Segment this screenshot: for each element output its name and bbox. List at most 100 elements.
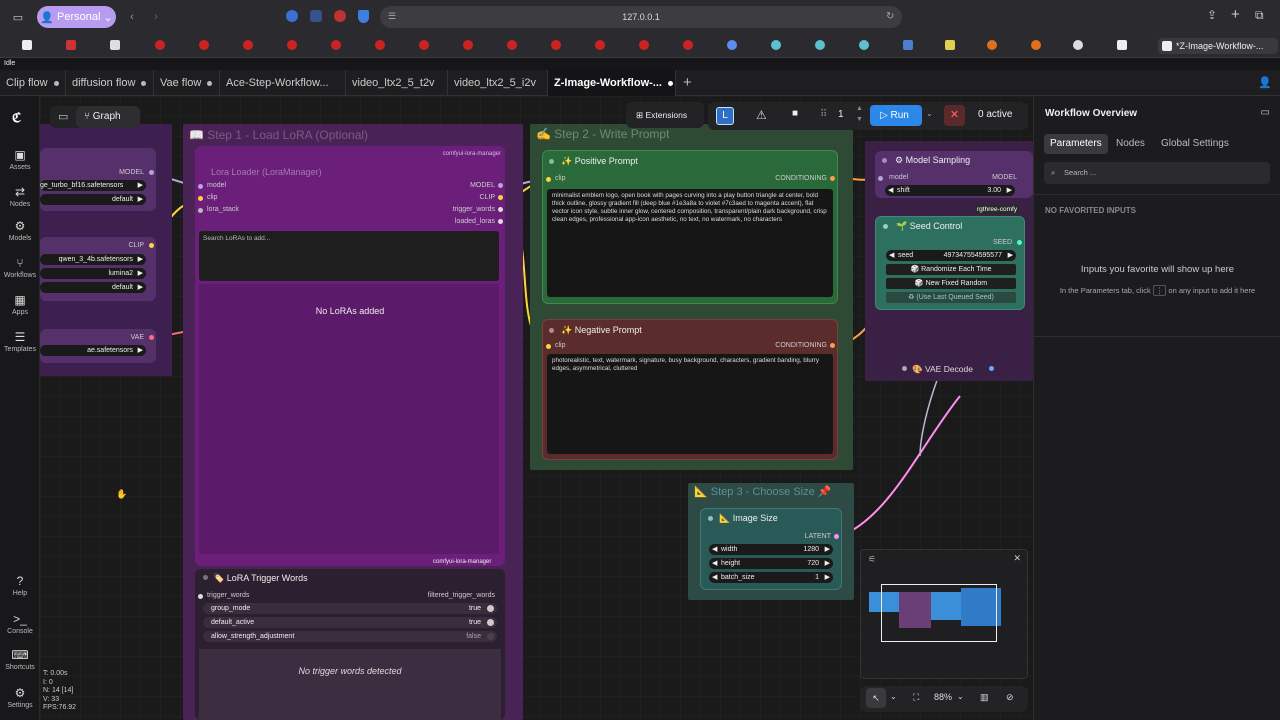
shift-input[interactable]: ◀ shift 3.00 ▶ xyxy=(885,185,1015,196)
add-tab-icon[interactable]: + xyxy=(683,74,692,91)
shield-icon[interactable]: ⚠ xyxy=(756,108,767,122)
fit-view-icon[interactable]: ⛶ xyxy=(913,692,919,703)
loaded-output-port[interactable] xyxy=(498,219,503,224)
clip-output-port[interactable] xyxy=(498,195,503,200)
bookmark-icon[interactable] xyxy=(22,40,32,50)
pointer-icon[interactable]: ↖ xyxy=(866,688,886,708)
url-bar[interactable]: 127.0.0.1 xyxy=(380,6,902,28)
decrement-icon[interactable]: ▼ xyxy=(856,116,863,123)
bookmark-icon[interactable] xyxy=(331,40,341,50)
model-sampling-node[interactable]: ⚙ Model Sampling model MODEL ◀ shift 3.00 ▶ xyxy=(875,151,1033,198)
lora-loader-node[interactable]: comfyui-lora-manager Lora Loader (LoraMa… xyxy=(195,146,505,566)
tab-nodes[interactable]: Nodes xyxy=(1116,134,1145,154)
tab-clip-flow[interactable]: Clip flow xyxy=(0,70,66,96)
profile-button[interactable]: 👤 Personal ⌄ xyxy=(37,6,116,28)
bookmark-icon[interactable] xyxy=(375,40,385,50)
chevron-down-icon[interactable]: ⌄ xyxy=(957,692,964,701)
run-options-icon[interactable]: ⌄ xyxy=(926,109,933,118)
bookmark-icon[interactable] xyxy=(463,40,473,50)
clip-output-port[interactable] xyxy=(149,243,154,248)
seed-output-port[interactable] xyxy=(1017,240,1022,245)
bookmark-icon[interactable] xyxy=(110,40,120,50)
graph-mode-button[interactable]: ⑂ Graph xyxy=(76,106,140,128)
extension-icon[interactable] xyxy=(310,10,322,22)
back-icon[interactable]: ‹ xyxy=(122,6,142,28)
clip-device-select[interactable]: default ▶ xyxy=(40,282,146,293)
sidebar-item-console[interactable]: >_ Console xyxy=(0,612,40,635)
model-file-select[interactable]: ge_turbo_bf16.safetensors ▶ xyxy=(40,180,146,191)
positive-prompt-node[interactable]: ✨ Positive Prompt clip CONDITIONING mini… xyxy=(542,150,838,304)
lora-stack-input-port[interactable] xyxy=(198,208,203,213)
extension-icon[interactable] xyxy=(286,10,298,22)
new-fixed-button[interactable]: 🎲 New Fixed Random xyxy=(886,278,1016,289)
sidebar-item-models[interactable]: ⚙ Models xyxy=(0,219,40,242)
bookmark-icon[interactable] xyxy=(199,40,209,50)
sidebar-item-assets[interactable]: ▣ Assets xyxy=(0,148,40,171)
sidebar-item-shortcuts[interactable]: ⌨ Shortcuts xyxy=(0,648,40,671)
step1-title[interactable]: 📖 Step 1 - Load LoRA (Optional) xyxy=(189,128,368,142)
bookmark-icon[interactable] xyxy=(683,40,693,50)
model-output-port[interactable] xyxy=(149,170,154,175)
bookmark-icon[interactable] xyxy=(815,40,825,50)
tab-video-t2v[interactable]: video_ltx2_5_t2v xyxy=(346,70,448,96)
group-mode-toggle[interactable]: group_mode true xyxy=(203,603,497,614)
forward-icon[interactable]: › xyxy=(146,6,166,28)
sidebar-item-templates[interactable]: ☰ Templates xyxy=(0,330,40,353)
lora-search-input[interactable]: Search LoRAs to add... xyxy=(199,231,499,281)
clip-type-select[interactable]: lumina2 ▶ xyxy=(40,268,146,279)
user-icon[interactable]: 👤 xyxy=(1258,76,1272,89)
clip-input-port[interactable] xyxy=(546,177,551,182)
vae-loader-node[interactable]: VAE ae.safetensors ▶ xyxy=(40,329,156,363)
bookmark-icon[interactable] xyxy=(771,40,781,50)
reload-icon[interactable]: ↻ xyxy=(886,11,894,22)
bookmark-icon[interactable] xyxy=(859,40,869,50)
bookmark-icon[interactable] xyxy=(155,40,165,50)
tab-z-image[interactable]: Z-Image-Workflow-... xyxy=(548,70,676,96)
sidebar-item-settings[interactable]: ⚙ Settings xyxy=(0,686,40,709)
panel-search-input[interactable]: ⌕ Search ... xyxy=(1044,162,1270,184)
latent-output-port[interactable] xyxy=(834,534,839,539)
negative-prompt-textarea[interactable]: photorealistic, text, watermark, signatu… xyxy=(547,354,833,454)
use-last-seed-button[interactable]: ♻ (Use Last Queued Seed) xyxy=(886,292,1016,303)
bookmark-icon[interactable] xyxy=(1031,40,1041,50)
bookmark-icon[interactable] xyxy=(639,40,649,50)
clip-file-select[interactable]: qwen_3_4b.safetensors ▶ xyxy=(40,254,146,265)
clip-loader-node[interactable]: CLIP qwen_3_4b.safetensors ▶ lumina2 ▶ def… xyxy=(40,237,156,301)
minimap[interactable]: ⚟ ✕ xyxy=(860,549,1028,679)
model-input-port[interactable] xyxy=(878,176,883,181)
increment-icon[interactable]: ▲ xyxy=(856,105,863,112)
bookmark-icon[interactable] xyxy=(987,40,997,50)
tab-parameters[interactable]: Parameters xyxy=(1044,134,1108,154)
vae-file-select[interactable]: ae.safetensors ▶ xyxy=(40,345,146,356)
sidebar-toggle-icon[interactable]: ▭ xyxy=(8,7,28,27)
minimap-settings-icon[interactable]: ⚟ xyxy=(868,554,876,565)
model-loader-node[interactable]: MODEL ge_turbo_bf16.safetensors ▶ default… xyxy=(40,148,156,211)
trigger-output-port[interactable] xyxy=(498,207,503,212)
bookmark-icon[interactable] xyxy=(945,40,955,50)
trigger-input-port[interactable] xyxy=(198,594,203,599)
comfy-logo[interactable]: ℭ xyxy=(12,110,21,126)
randomize-button[interactable]: 🎲 Randomize Each Time xyxy=(886,264,1016,275)
negative-prompt-node[interactable]: ✨ Negative Prompt clip CONDITIONING phot… xyxy=(542,319,838,460)
height-input[interactable]: ◀ height 720 ▶ xyxy=(709,558,833,569)
bookmark-active-tab[interactable]: *Z-Image-Workflow-... xyxy=(1158,38,1278,54)
image-output-port[interactable] xyxy=(989,366,994,371)
bookmark-icon[interactable] xyxy=(551,40,561,50)
bookmark-icon[interactable] xyxy=(287,40,297,50)
hide-links-icon[interactable]: ⊘ xyxy=(1006,692,1014,703)
model-dtype-select[interactable]: default ▶ xyxy=(40,194,146,205)
close-icon[interactable]: ✕ xyxy=(1013,553,1021,564)
panel-collapse-icon[interactable]: ▭ xyxy=(1261,107,1270,118)
width-input[interactable]: ◀ width 1280 ▶ xyxy=(709,544,833,555)
queue-mode-icon[interactable]: L xyxy=(716,107,734,125)
vae-output-port[interactable] xyxy=(149,335,154,340)
conditioning-output-port[interactable] xyxy=(830,176,835,181)
seed-control-node[interactable]: 🌱 Seed Control SEED ◀ seed 497347554595577… xyxy=(875,216,1025,310)
bookmark-icon[interactable] xyxy=(903,40,913,50)
model-input-port[interactable] xyxy=(198,184,203,189)
drag-handle-icon[interactable]: ⠿ xyxy=(820,109,827,120)
sidebar-item-workflows[interactable]: ⑂ Workflows xyxy=(0,256,40,279)
trigger-words-node[interactable]: 🏷️ LoRA Trigger Words trigger_words filt… xyxy=(195,569,505,720)
active-queue-count[interactable]: 0 active xyxy=(978,109,1012,120)
shield-icon[interactable] xyxy=(358,10,369,23)
